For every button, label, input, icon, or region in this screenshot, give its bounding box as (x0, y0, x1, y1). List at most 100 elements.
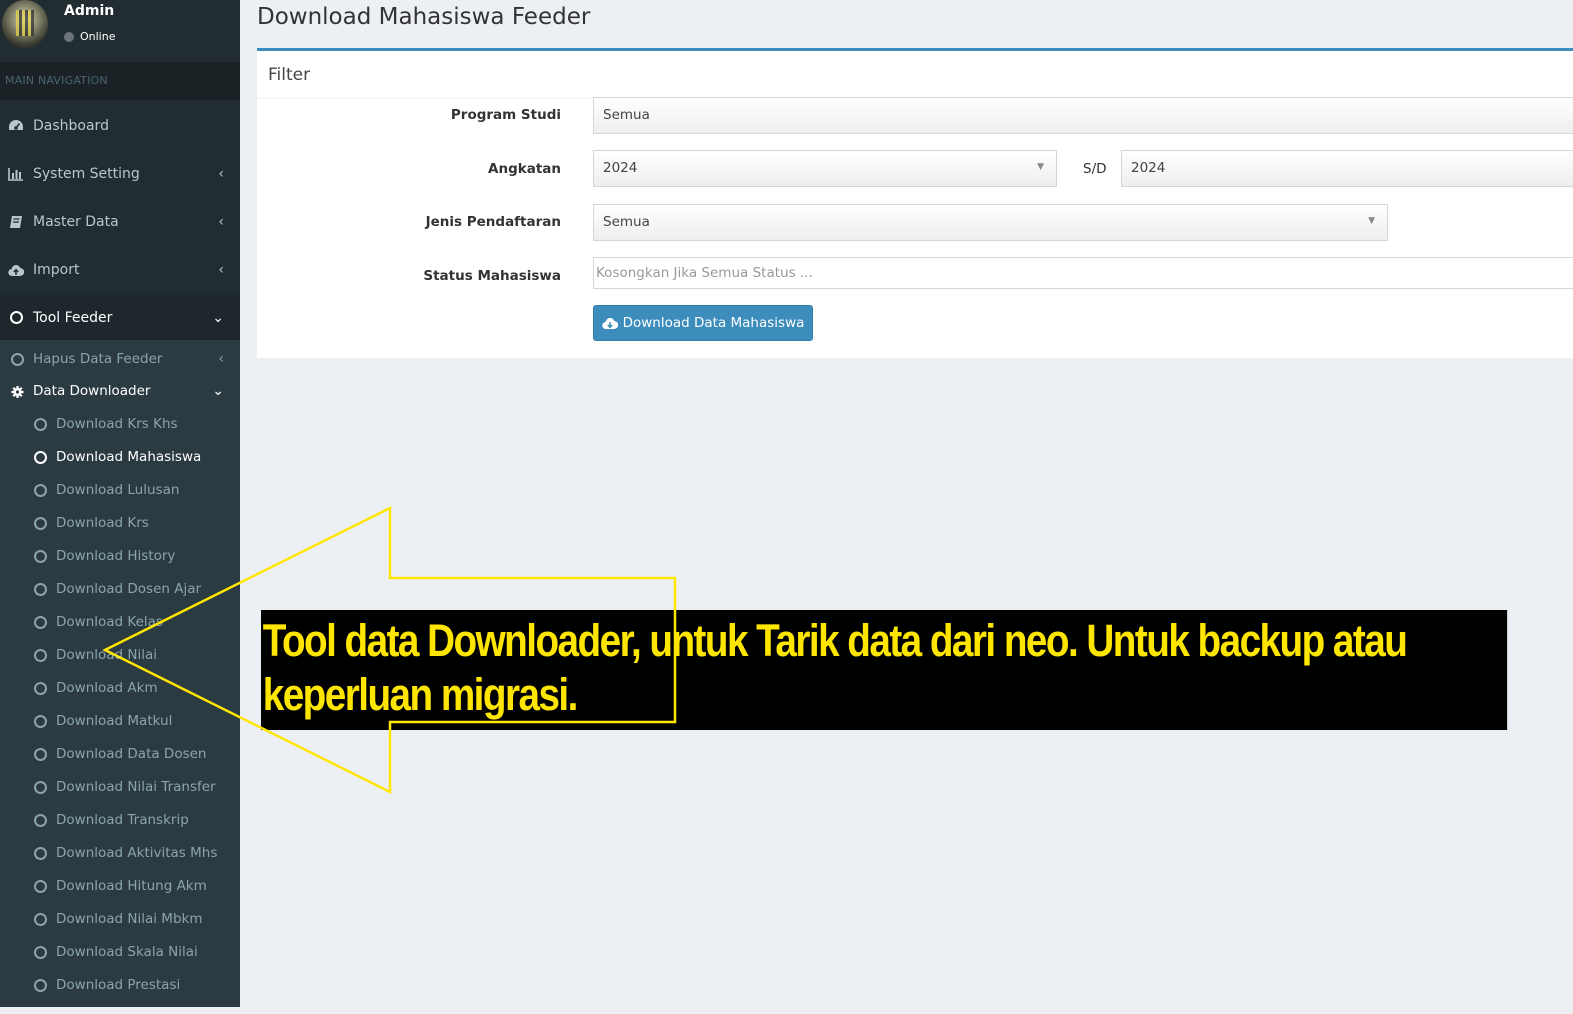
sidebar-item-download-akm[interactable]: Download Akm (0, 677, 240, 699)
circle-icon (34, 483, 47, 497)
sidebar-item-label: Download Data Dosen (56, 746, 207, 762)
circle-icon (34, 714, 47, 728)
sidebar-item-download-prestasi[interactable]: Download Prestasi (0, 974, 240, 996)
circle-icon (34, 615, 47, 629)
sidebar-item-label: Download Akm (56, 680, 158, 696)
jenis-pendaftaran-select[interactable]: Semua ▼ (593, 204, 1388, 241)
circle-icon (34, 549, 47, 563)
jenis-pendaftaran-value: Semua (603, 214, 650, 230)
sidebar-item-label: Download Aktivitas Mhs (56, 845, 218, 861)
sidebar-item-download-nilai[interactable]: Download Nilai (0, 644, 240, 666)
sidebar-item-label: Hapus Data Feeder (33, 351, 163, 367)
angkatan-from-select[interactable]: 2024 ▼ (593, 150, 1057, 187)
sidebar-item-label: Download Kelas (56, 614, 163, 630)
sidebar-item-label: Data Downloader (33, 383, 151, 399)
sidebar-item-master-data[interactable]: Master Data ‹ (0, 206, 240, 238)
status-mahasiswa-placeholder: Kosongkan Jika Semua Status ... (596, 265, 813, 281)
sidebar-item-hapus-data-feeder[interactable]: Hapus Data Feeder ‹ (0, 348, 240, 370)
status-mahasiswa-input[interactable]: Kosongkan Jika Semua Status ... (593, 257, 1573, 289)
circle-icon (34, 978, 47, 992)
page-title: Download Mahasiswa Feeder (257, 4, 591, 30)
chevron-down-icon: ⌄ (212, 309, 224, 326)
sidebar-item-download-nilai-mbkm[interactable]: Download Nilai Mbkm (0, 908, 240, 930)
user-status: Online (64, 30, 115, 43)
sidebar-item-system-setting[interactable]: System Setting ‹ (0, 158, 240, 190)
sidebar-item-download-transkrip[interactable]: Download Transkrip (0, 809, 240, 831)
user-panel: Admin Online (0, 0, 240, 62)
circle-icon (34, 681, 47, 695)
sidebar-item-label: Download Dosen Ajar (56, 581, 202, 597)
circle-icon (34, 846, 47, 860)
sidebar-item-data-downloader[interactable]: Data Downloader ⌄ (0, 380, 240, 402)
sidebar-item-download-lulusan[interactable]: Download Lulusan (0, 479, 240, 501)
angkatan-to-value: 2024 (1131, 160, 1166, 176)
download-button-label: Download Data Mahasiswa (622, 315, 805, 331)
sidebar-item-download-matkul[interactable]: Download Matkul (0, 710, 240, 732)
tool-feeder-submenu: Hapus Data Feeder ‹ Data Downloader ⌄ Do… (0, 340, 240, 1007)
dropdown-arrow-icon: ▼ (1368, 216, 1375, 226)
sidebar-item-import[interactable]: Import ‹ (0, 254, 240, 286)
sidebar-item-label: Download Nilai Mbkm (56, 911, 203, 927)
sidebar-item-download-krs[interactable]: Download Krs (0, 512, 240, 534)
user-name: Admin (64, 3, 115, 19)
avatar (2, 0, 48, 48)
gear-icon (11, 385, 24, 398)
circle-icon (34, 582, 47, 596)
circle-icon (34, 813, 47, 827)
sidebar-item-label: Download Mahasiswa (56, 449, 202, 465)
sidebar-item-label: System Setting (33, 166, 140, 182)
angkatan-label: Angkatan (488, 161, 561, 177)
circle-icon (34, 780, 47, 794)
angkatan-from-value: 2024 (603, 160, 638, 176)
download-data-mahasiswa-button[interactable]: Download Data Mahasiswa (593, 305, 813, 341)
sidebar-item-label: Download Krs Khs (56, 416, 178, 432)
sidebar-item-label: Download Skala Nilai (56, 944, 198, 960)
status-mahasiswa-label: Status Mahasiswa (423, 268, 561, 284)
sidebar-item-label: Download Prestasi (56, 977, 181, 993)
chevron-left-icon: ‹ (218, 351, 224, 367)
circle-icon (34, 648, 47, 662)
sidebar-item-download-dosen-ajar[interactable]: Download Dosen Ajar (0, 578, 240, 600)
sidebar-item-download-krs-khs[interactable]: Download Krs Khs (0, 413, 240, 435)
circle-icon (8, 310, 24, 326)
program-studi-label: Program Studi (450, 107, 561, 123)
circle-icon (34, 945, 47, 959)
circle-icon (11, 352, 24, 366)
chevron-left-icon: ‹ (218, 166, 224, 182)
annotation-caption: Tool data Downloader, untuk Tarik data d… (261, 610, 1508, 730)
status-dot-icon (64, 31, 74, 42)
sidebar-item-label: Master Data (33, 214, 119, 230)
sidebar-item-label: Download Krs (56, 515, 149, 531)
sidebar-item-label: Tool Feeder (33, 309, 113, 326)
angkatan-to-select[interactable]: 2024 (1121, 150, 1573, 187)
program-studi-select[interactable]: Semua (593, 97, 1573, 134)
sidebar-item-download-history[interactable]: Download History (0, 545, 240, 567)
sidebar-item-label: Import (33, 262, 80, 278)
chevron-left-icon: ‹ (218, 262, 224, 278)
sidebar-item-download-mahasiswa[interactable]: Download Mahasiswa (0, 446, 240, 468)
dropdown-arrow-icon: ▼ (1037, 162, 1044, 172)
sidebar: Admin Online MAIN NAVIGATION Dashboard S… (0, 0, 240, 1007)
chevron-left-icon: ‹ (218, 214, 224, 230)
jenis-pendaftaran-label: Jenis Pendaftaran (425, 214, 561, 230)
sidebar-item-label: Download History (56, 548, 176, 564)
circle-icon (34, 516, 47, 530)
sidebar-item-tool-feeder[interactable]: Tool Feeder ⌄ (0, 295, 240, 340)
sidebar-item-download-kelas[interactable]: Download Kelas (0, 611, 240, 633)
sidebar-item-label: Dashboard (33, 118, 109, 134)
sidebar-item-download-data-dosen[interactable]: Download Data Dosen (0, 743, 240, 765)
sidebar-item-download-skala-nilai[interactable]: Download Skala Nilai (0, 941, 240, 963)
circle-icon (34, 747, 47, 761)
sidebar-item-download-hitung-akm[interactable]: Download Hitung Akm (0, 875, 240, 897)
cloud-upload-icon (8, 262, 24, 278)
sidebar-item-label: Download Nilai Transfer (56, 779, 216, 795)
sidebar-item-label: Download Transkrip (56, 812, 189, 828)
circle-icon (34, 450, 47, 464)
dashboard-icon (8, 118, 24, 134)
sidebar-item-dashboard[interactable]: Dashboard (0, 110, 240, 142)
cloud-download-icon (601, 317, 618, 330)
sidebar-item-download-aktivitas-mhs[interactable]: Download Aktivitas Mhs (0, 842, 240, 864)
chevron-down-icon: ⌄ (212, 383, 224, 399)
circle-icon (34, 912, 47, 926)
sidebar-item-download-nilai-transfer[interactable]: Download Nilai Transfer (0, 776, 240, 798)
